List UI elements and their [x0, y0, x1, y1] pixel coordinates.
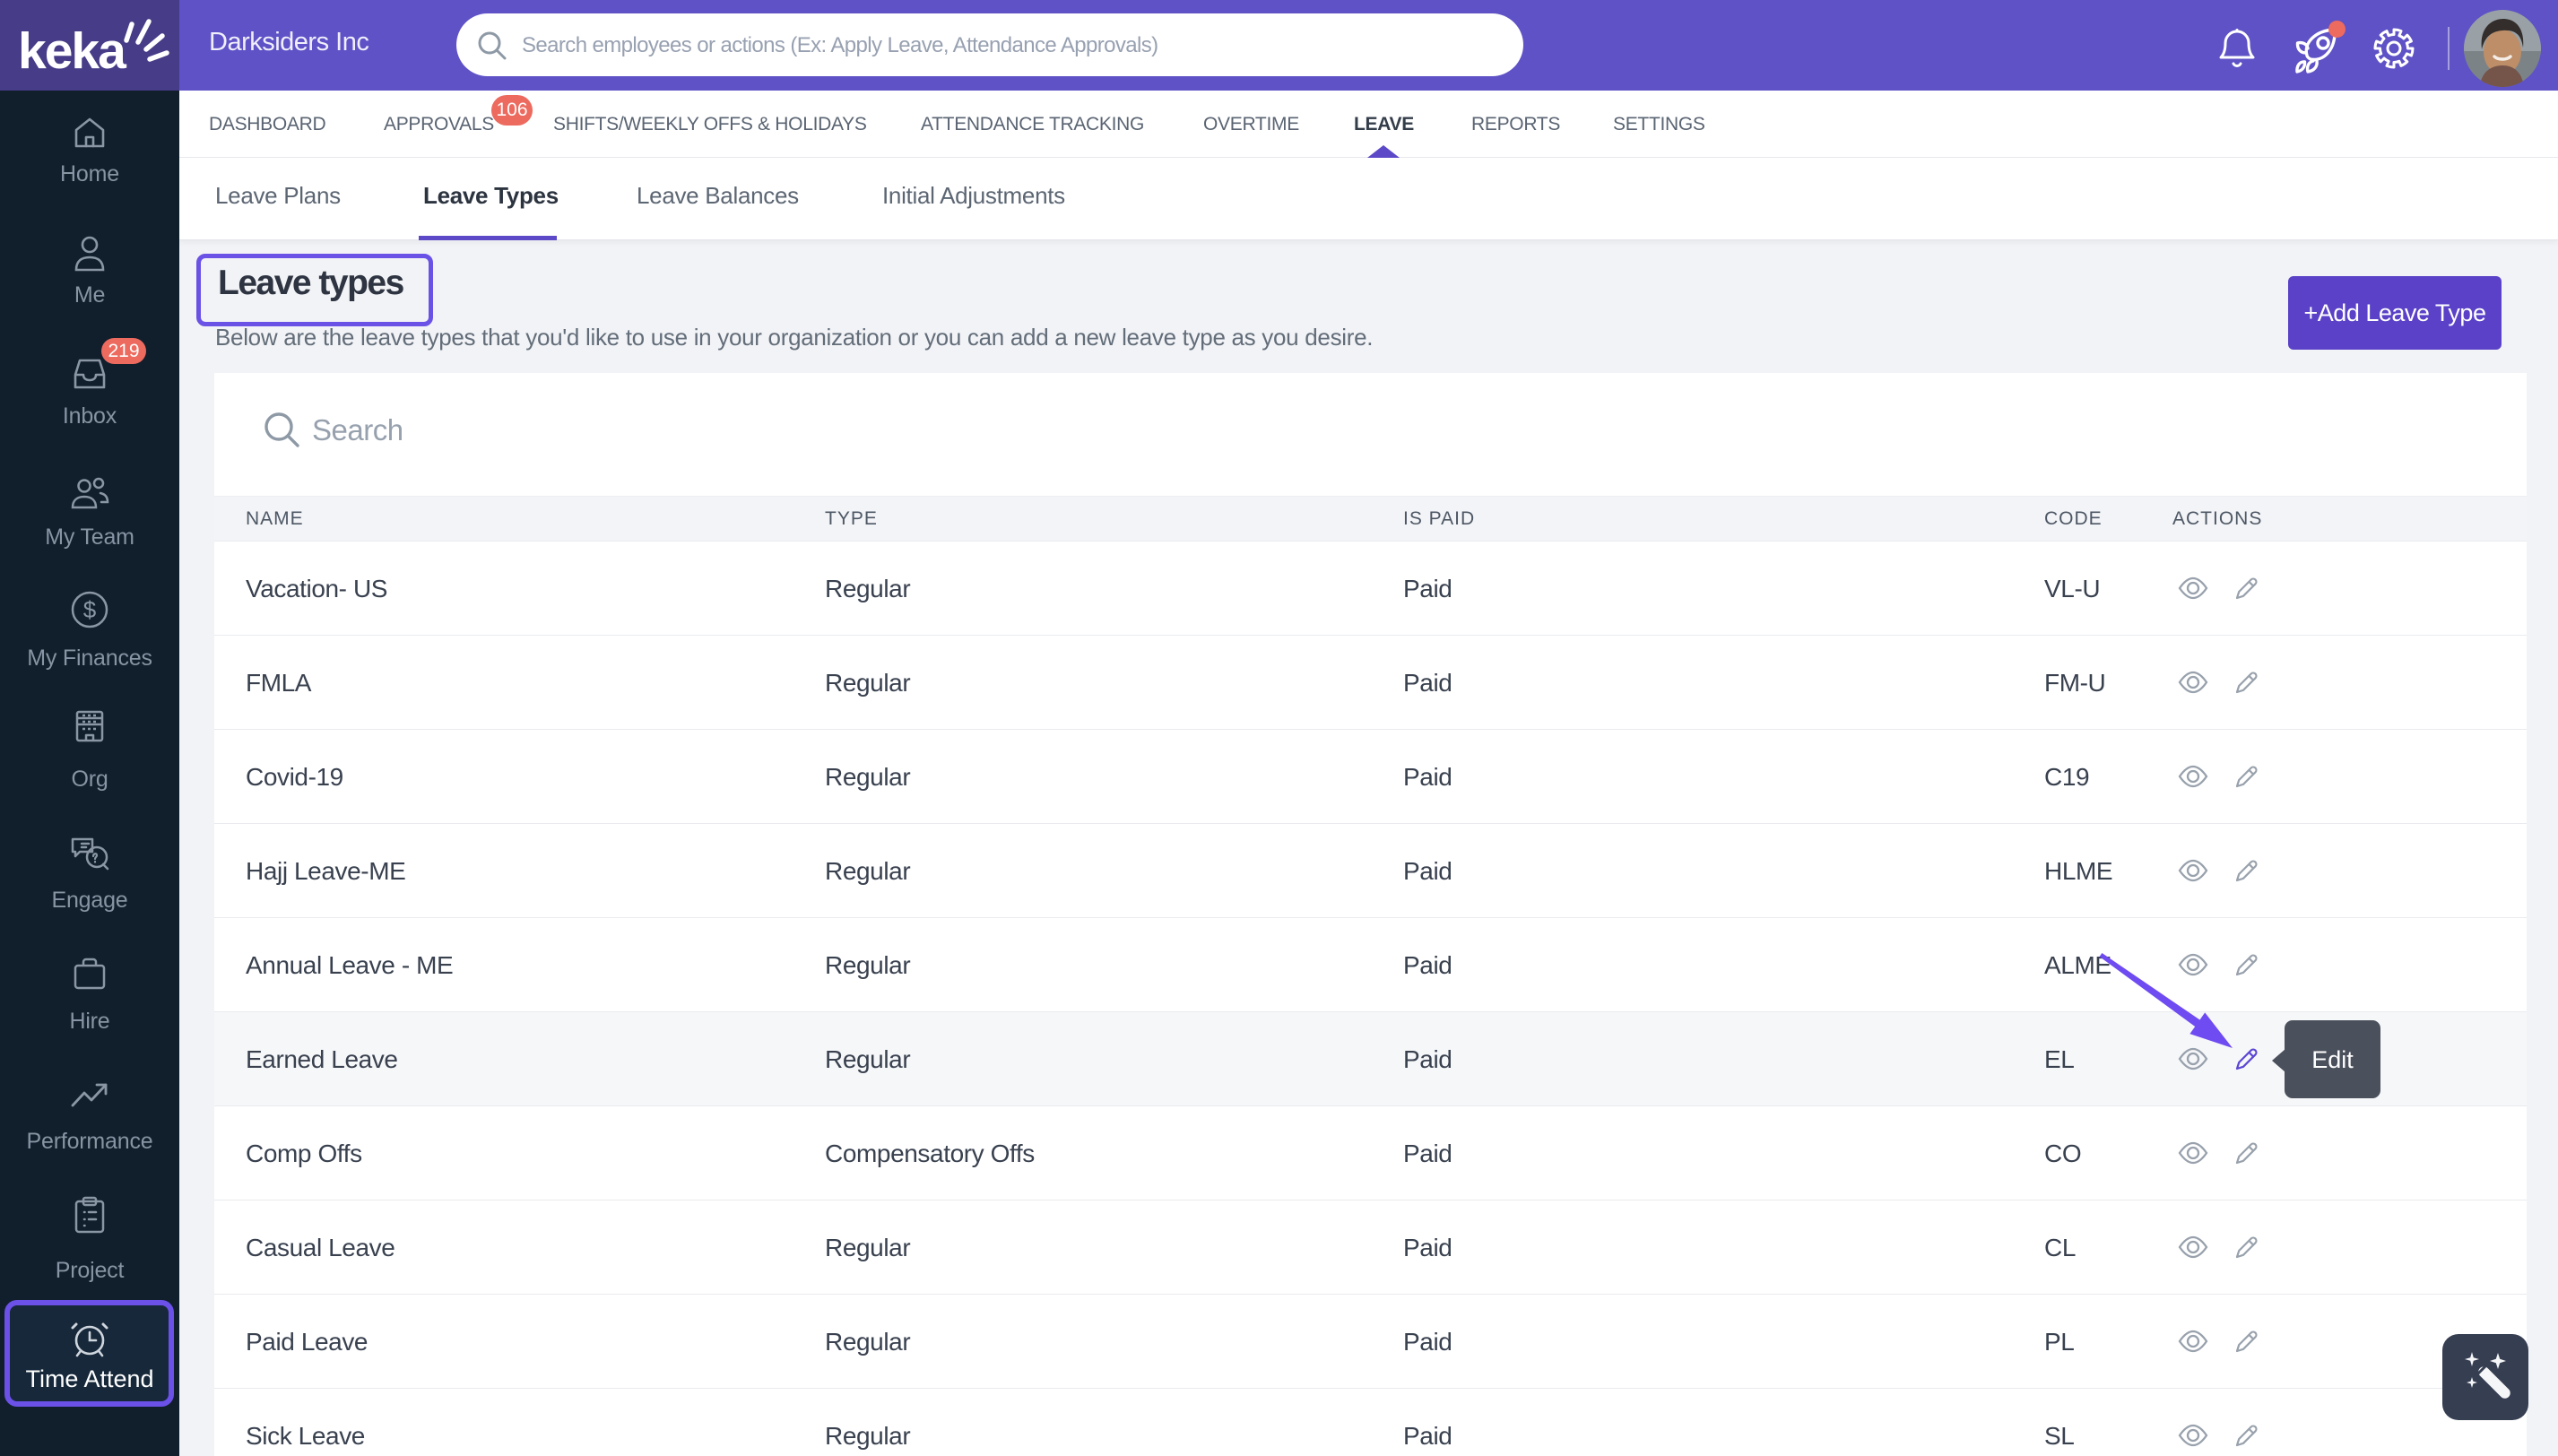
svg-text:$: $ [83, 596, 97, 623]
svg-text:keka: keka [18, 22, 127, 80]
